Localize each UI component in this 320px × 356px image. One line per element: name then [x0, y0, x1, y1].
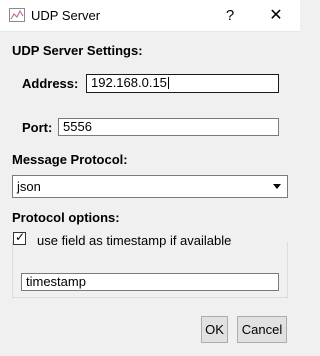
dropdown-arrow-icon [273, 184, 281, 189]
title-bar: UDP Server ? ✕ [0, 0, 300, 32]
ok-button[interactable]: OK [201, 316, 228, 343]
timestamp-field-input[interactable]: timestamp [21, 273, 279, 291]
port-input[interactable]: 5556 [58, 118, 279, 136]
close-button[interactable]: ✕ [256, 0, 296, 31]
message-protocol-value: json [17, 179, 41, 194]
message-protocol-select[interactable]: json [12, 175, 288, 198]
message-protocol-heading: Message Protocol: [12, 152, 128, 167]
text-caret [167, 77, 169, 89]
address-input[interactable]: 192.168.0.15 [86, 74, 279, 93]
timestamp-checkbox[interactable]: ✓ [13, 230, 26, 245]
address-value: 192.168.0.15 [91, 75, 167, 90]
address-label: Address: [22, 76, 79, 91]
protocol-options-heading: Protocol options: [12, 210, 120, 225]
app-icon [9, 8, 25, 22]
help-button[interactable]: ? [212, 0, 248, 31]
checkmark-icon: ✓ [15, 230, 26, 244]
port-value: 5556 [63, 119, 92, 134]
window-title: UDP Server [31, 8, 101, 23]
cancel-button[interactable]: Cancel [237, 316, 287, 343]
timestamp-checkbox-label[interactable]: use field as timestamp if available [37, 233, 231, 248]
port-label: Port: [22, 120, 53, 135]
settings-heading: UDP Server Settings: [12, 43, 143, 58]
timestamp-field-value: timestamp [26, 274, 86, 289]
